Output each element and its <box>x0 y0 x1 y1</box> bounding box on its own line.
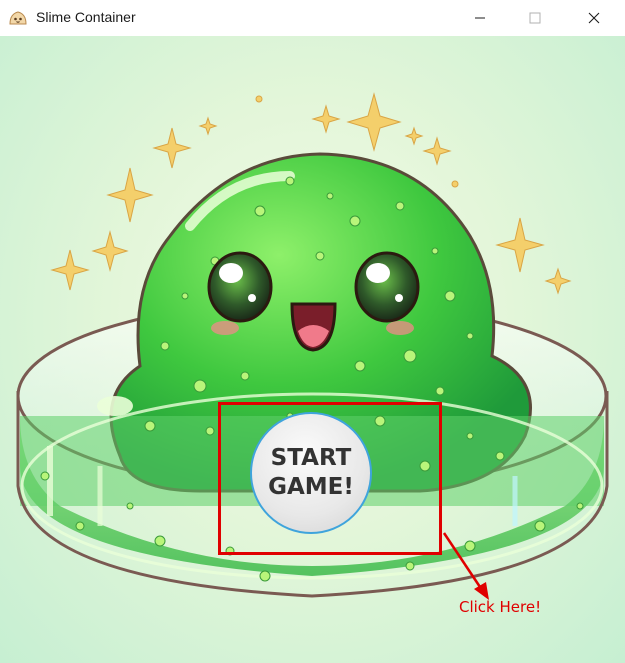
start-game-label: START GAME! <box>268 445 354 500</box>
minimize-icon <box>475 17 485 19</box>
app-window: Slime Container START GAME! Click Here! <box>0 0 625 663</box>
maximize-button[interactable] <box>512 0 558 36</box>
click-here-hint: Click Here! <box>459 598 542 616</box>
game-canvas: START GAME! Click Here! <box>0 36 625 663</box>
window-title: Slime Container <box>36 9 136 25</box>
slime-in-petri-dish-illustration <box>16 92 609 600</box>
close-icon <box>588 12 600 24</box>
minimize-button[interactable] <box>457 0 503 36</box>
title-bar: Slime Container <box>0 0 625 37</box>
start-game-button[interactable]: START GAME! <box>250 412 372 534</box>
close-button[interactable] <box>571 0 617 36</box>
slime-app-icon <box>9 11 27 25</box>
maximize-icon <box>529 12 541 24</box>
